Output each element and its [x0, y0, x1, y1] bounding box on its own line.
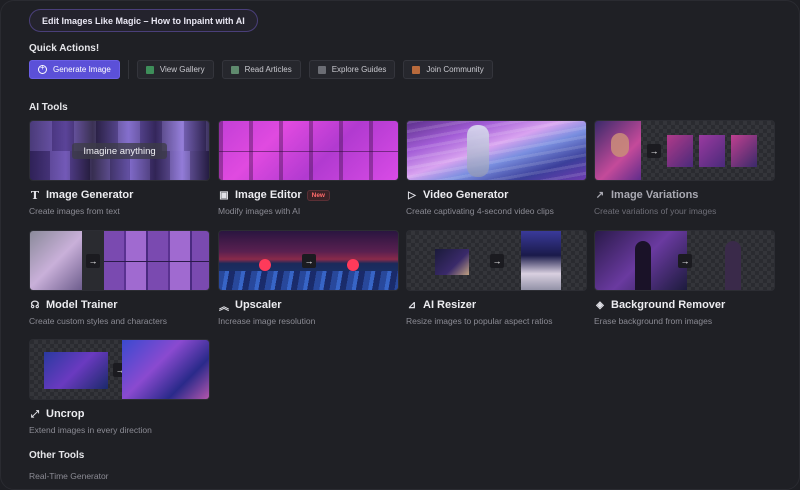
guides-icon: [317, 65, 326, 74]
video-generator-title-row: ▷ Video Generator: [406, 188, 587, 202]
background-remover-title: Background Remover: [611, 299, 726, 311]
variations-icon: ↗: [595, 189, 605, 201]
plus-circle-icon: [38, 63, 47, 74]
play-icon: ▷: [408, 189, 416, 201]
model-trainer-title-row: ☊ Model Trainer: [29, 298, 210, 312]
image-generator-title-row: T Image Generator: [29, 188, 210, 202]
tool-card-image-editor[interactable]: ▣ Image Editor New Modify images with AI: [218, 120, 399, 216]
upscaler-title: Upscaler: [235, 299, 282, 311]
arrow-right-icon: →: [302, 254, 316, 268]
generate-image-button[interactable]: Generate Image: [29, 60, 120, 79]
arrow-right-icon: →: [490, 254, 504, 268]
image-editor-title-row: ▣ Image Editor New: [218, 188, 399, 202]
tool-card-model-trainer[interactable]: → ☊ Model Trainer Create custom styles a…: [29, 230, 210, 326]
ai-resizer-thumbnail: →: [406, 230, 587, 291]
model-trainer-title: Model Trainer: [46, 299, 118, 311]
ai-resizer-title: AI Resizer: [423, 299, 477, 311]
image-variations-thumbnail: →: [594, 120, 775, 181]
quick-actions-divider: [127, 60, 129, 79]
quick-actions-heading: Quick Actions!: [29, 43, 100, 54]
image-generator-title: Image Generator: [46, 189, 134, 201]
tool-card-image-variations[interactable]: → ↗ Image Variations Create variations o…: [594, 120, 775, 216]
image-variations-subtitle: Create variations of your images: [594, 206, 717, 216]
imagine-anything-overlay: Imagine anything: [72, 143, 167, 159]
background-remover-subtitle: Erase background from images: [594, 316, 713, 326]
join-community-label: Join Community: [426, 65, 484, 74]
arrow-right-icon: →: [647, 144, 661, 158]
video-generator-subtitle: Create captivating 4-second video clips: [406, 206, 554, 216]
video-generator-thumbnail: [406, 120, 587, 181]
background-remover-thumbnail: →: [594, 230, 775, 291]
text-icon: T: [30, 188, 40, 202]
explore-guides-label: Explore Guides: [331, 65, 387, 74]
uncrop-title-row: ⤢ Uncrop: [29, 407, 210, 421]
explore-guides-button[interactable]: Explore Guides: [308, 60, 396, 79]
upscaler-subtitle: Increase image resolution: [218, 316, 316, 326]
read-articles-label: Read Articles: [244, 65, 292, 74]
model-trainer-thumbnail: →: [29, 230, 210, 291]
image-editor-subtitle: Modify images with AI: [218, 206, 301, 216]
other-tools-heading: Other Tools: [29, 450, 85, 461]
articles-icon: [230, 65, 239, 74]
view-gallery-label: View Gallery: [159, 65, 205, 74]
chevrons-up-icon: ︽: [219, 301, 229, 313]
uncrop-thumbnail: →: [29, 339, 210, 400]
resize-icon: ⊿: [407, 299, 417, 311]
tool-card-video-generator[interactable]: ▷ Video Generator Create captivating 4-s…: [406, 120, 587, 216]
join-community-button[interactable]: Join Community: [403, 60, 493, 79]
image-generator-thumbnail: Imagine anything: [29, 120, 210, 181]
tool-card-uncrop[interactable]: → ⤢ Uncrop Extend images in every direct…: [29, 339, 210, 435]
arrow-right-icon: →: [678, 254, 692, 268]
generate-image-label: Generate Image: [53, 65, 111, 74]
view-gallery-button[interactable]: View Gallery: [136, 60, 214, 79]
layers-icon: ◈: [596, 299, 604, 311]
expand-icon: ⤢: [31, 408, 39, 420]
tool-card-upscaler[interactable]: → ︽ Upscaler Increase image resolution: [218, 230, 399, 326]
image-variations-title-row: ↗ Image Variations: [594, 188, 775, 202]
community-icon: [412, 65, 421, 74]
uncrop-title: Uncrop: [46, 408, 85, 420]
image-editor-thumbnail: [218, 120, 399, 181]
arrow-right-icon: →: [86, 254, 100, 268]
uncrop-subtitle: Extend images in every direction: [29, 425, 152, 435]
ai-resizer-subtitle: Resize images to popular aspect ratios: [406, 316, 553, 326]
image-variations-title: Image Variations: [611, 189, 699, 201]
model-trainer-subtitle: Create custom styles and characters: [29, 316, 167, 326]
ai-resizer-title-row: ⊿ AI Resizer: [406, 298, 587, 312]
tool-card-ai-resizer[interactable]: → ⊿ AI Resizer Resize images to popular …: [406, 230, 587, 326]
upscaler-thumbnail: →: [218, 230, 399, 291]
gallery-icon: [145, 65, 154, 74]
background-remover-title-row: ◈ Background Remover: [594, 298, 775, 312]
tool-card-image-generator[interactable]: Imagine anything T Image Generator Creat…: [29, 120, 210, 216]
image-editor-title: Image Editor: [235, 189, 302, 201]
read-articles-button[interactable]: Read Articles: [221, 60, 301, 79]
real-time-generator-link[interactable]: Real-Time Generator: [29, 471, 109, 481]
new-badge: New: [306, 189, 330, 201]
tool-card-background-remover[interactable]: → ◈ Background Remover Erase background …: [594, 230, 775, 326]
upscaler-title-row: ︽ Upscaler: [218, 298, 399, 313]
video-generator-title: Video Generator: [423, 189, 509, 201]
ai-tools-heading: AI Tools: [29, 102, 68, 113]
promo-banner-link[interactable]: Edit Images Like Magic – How to Inpaint …: [29, 9, 258, 32]
image-edit-icon: ▣: [219, 189, 229, 201]
image-generator-subtitle: Create images from text: [29, 206, 120, 216]
quick-actions-row: Generate Image View Gallery Read Article…: [29, 60, 493, 79]
brain-icon: ☊: [30, 299, 40, 311]
